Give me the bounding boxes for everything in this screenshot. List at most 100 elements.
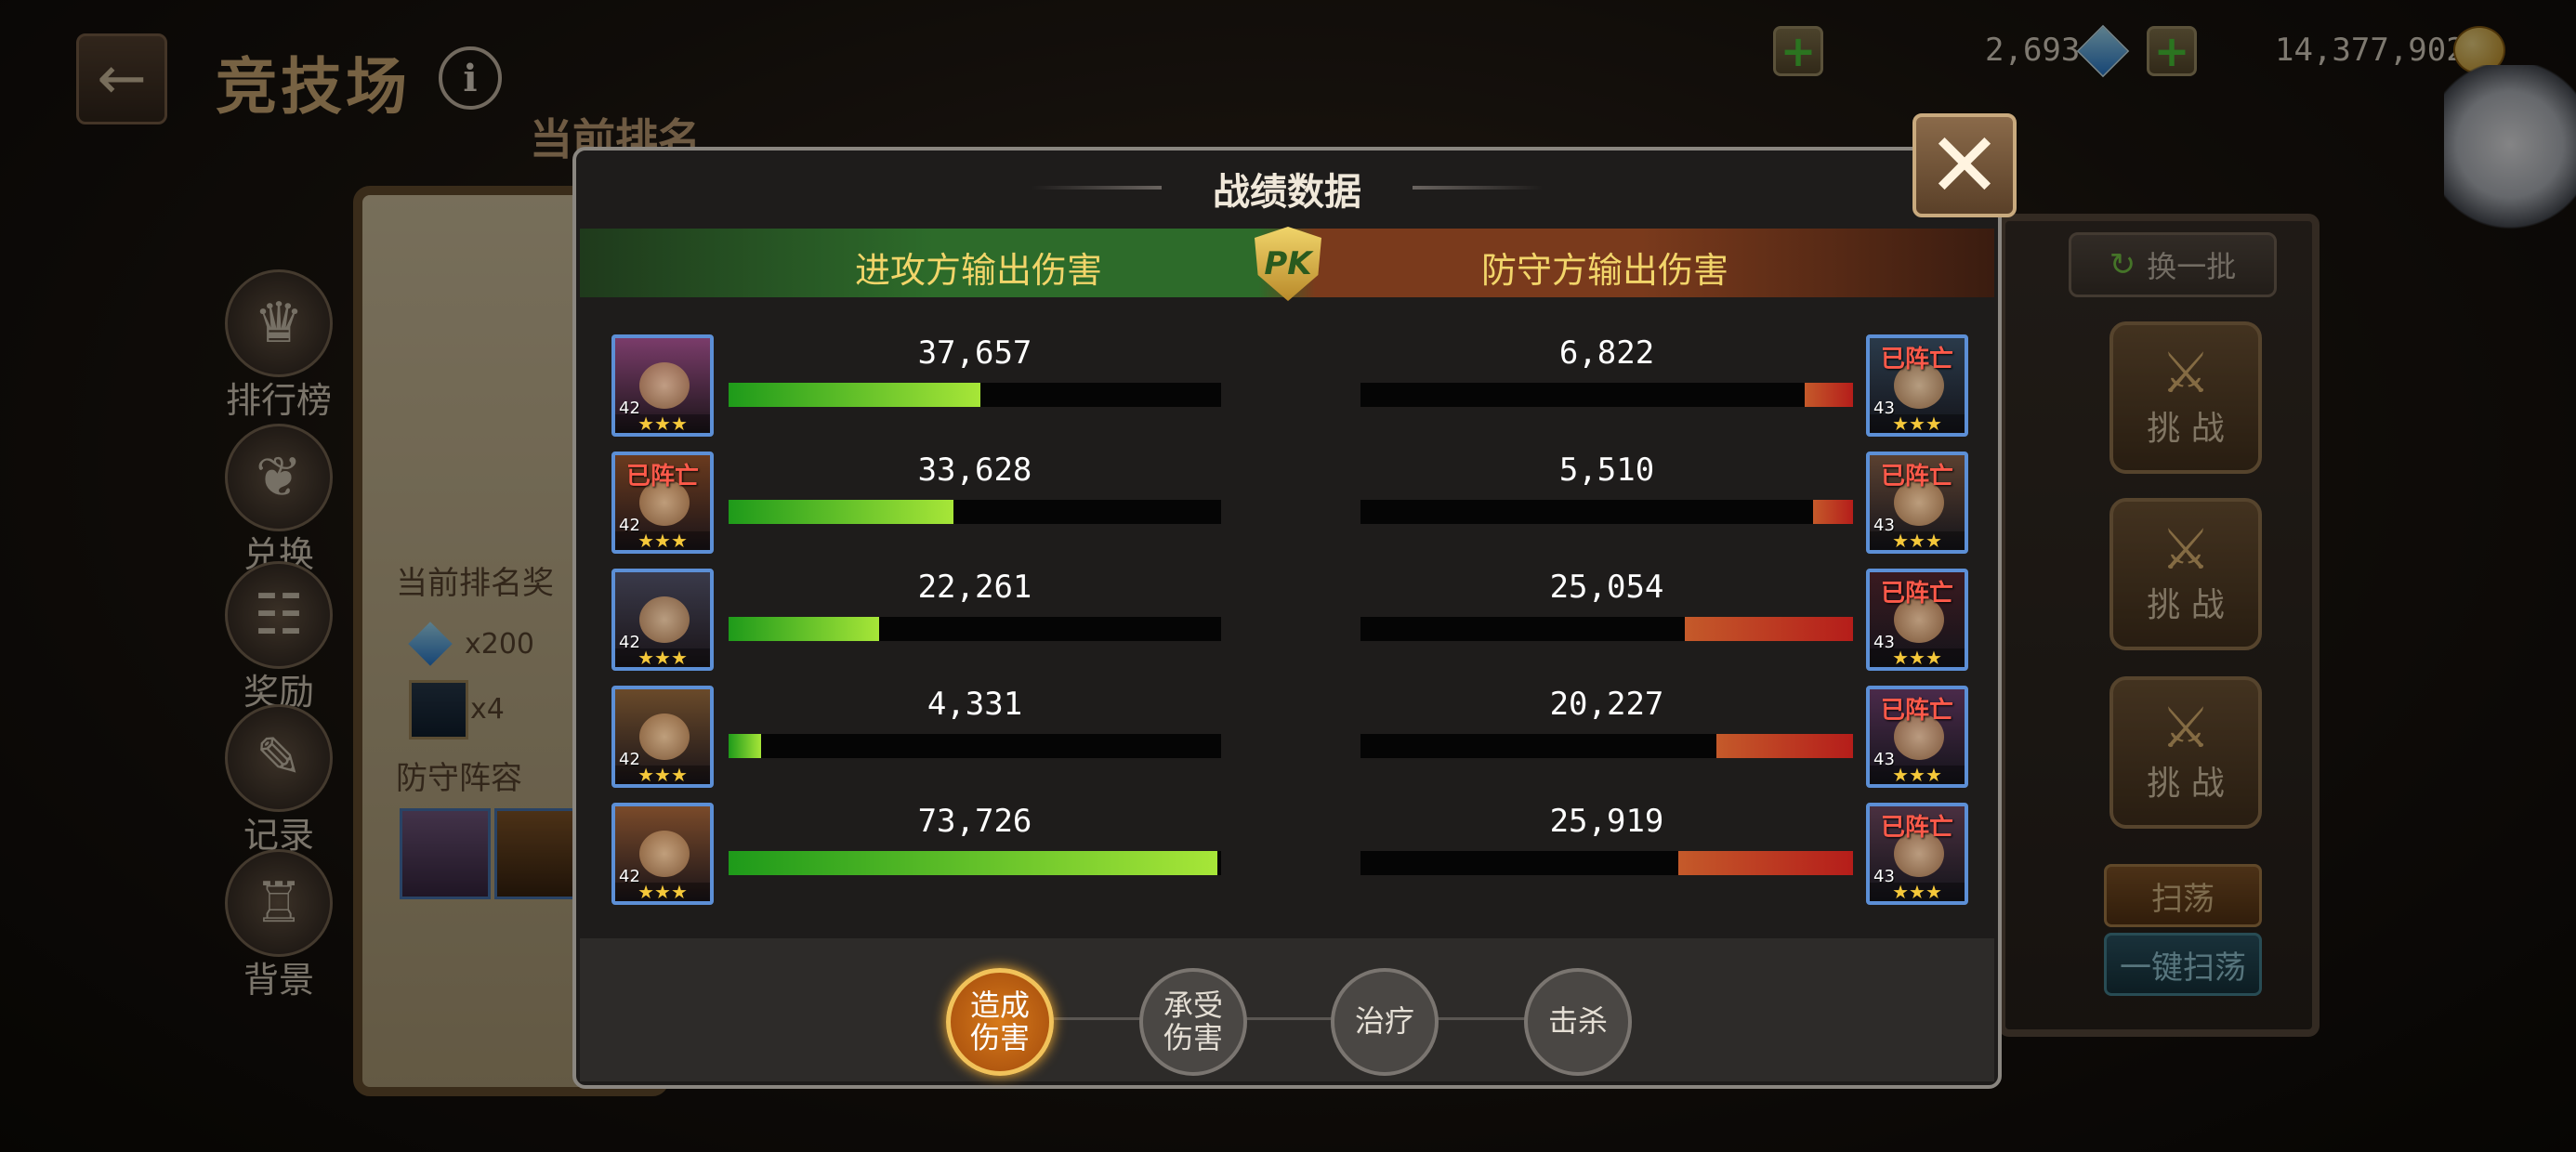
hero-stars: ★★★ [615,648,710,667]
info-icon[interactable]: i [439,46,502,110]
attacker-hero-portrait[interactable]: 42 ★★★ [611,334,714,437]
attacker-damage-value: 4,331 [927,686,1023,723]
attacker-damage-value: 73,726 [917,803,1032,840]
crossed-swords-icon: ⚔ [2161,696,2211,761]
tab-damage-dealt[interactable]: 造成 伤害 [946,968,1054,1076]
lineup-hero-portrait[interactable] [400,808,491,899]
dead-label: 已阵亡 [1880,346,1953,373]
attacker-hero-portrait[interactable]: 42 ★★★ [611,686,714,788]
swap-opponents-button[interactable]: ↻ 换一批 [2069,232,2277,297]
pk-label: PK [1264,245,1312,282]
defender-damage-value: 5,510 [1558,452,1655,489]
attacker-hero-portrait[interactable]: 42 ★★★ [611,569,714,671]
reward-icon: ☷ [225,561,333,669]
challenge-button[interactable]: ⚔ 挑 战 [2109,676,2262,829]
close-icon: ✕ [1926,113,2003,217]
side-menu-background[interactable]: ♖ 背景 [221,849,336,1002]
defender-damage-bar-track [1360,734,1853,758]
dead-label: 已阵亡 [625,463,699,491]
defender-hero-portrait[interactable]: 已阵亡 43 ★★★ [1866,569,1968,671]
back-button[interactable]: ← [76,33,167,124]
hero-face [639,831,690,877]
ranking-icon: ♛ [225,269,333,377]
attacker-damage-bar [729,500,953,524]
defender-damage-bar [1678,851,1853,875]
page-title: 竞技场 [216,50,411,123]
dead-label: 已阵亡 [1880,580,1953,608]
one-click-sweep-button[interactable]: 一键扫荡 [2104,933,2262,996]
defender-hero-portrait[interactable]: 已阵亡 43 ★★★ [1866,803,1968,905]
record-icon: ✎ [225,704,333,812]
defense-lineup-label: 防守阵容 [396,760,522,797]
hero-face [639,713,690,760]
side-menu-label: 排行榜 [225,380,332,421]
defender-hero-portrait[interactable]: 已阵亡 43 ★★★ [1866,334,1968,437]
add-gold-button[interactable]: + [2147,26,2197,76]
background-icon: ♖ [225,849,333,957]
defender-damage-bar-track [1360,617,1853,641]
defender-damage-value: 20,227 [1549,686,1664,723]
challenge-button[interactable]: ⚔ 挑 战 [2109,498,2262,650]
item-reward-count: x4 [470,693,505,726]
side-menu-ranking[interactable]: ♛ 排行榜 [221,269,336,423]
tab-healing[interactable]: 治疗 [1331,968,1439,1076]
attacker-damage-bar-track [729,734,1221,758]
attacker-damage-bar [729,383,980,407]
add-diamond-button[interactable]: + [1773,26,1823,76]
defender-damage-bar-track [1360,500,1853,524]
stats-row: 42 ★★★ 37,657 6,822 已阵亡 43 ★★★ [576,334,1998,444]
side-menu-label: 背景 [243,960,314,1001]
cat-mascot-icon[interactable] [2444,65,2576,242]
crossed-swords-icon: ⚔ [2161,341,2211,406]
dead-label: 已阵亡 [1880,463,1953,491]
sweep-button[interactable]: 扫荡 [2104,864,2262,927]
defender-hero-portrait[interactable]: 已阵亡 43 ★★★ [1866,686,1968,788]
defender-damage-value: 25,054 [1549,569,1664,606]
side-menu-reward[interactable]: ☷ 奖励 [221,561,336,714]
stats-row: 42 ★★★ 73,726 25,919 已阵亡 43 ★★★ [576,803,1998,912]
attacker-hero-portrait[interactable]: 已阵亡 42 ★★★ [611,452,714,554]
reward-label: 当前排名奖 [396,565,554,602]
crossed-swords-icon: ⚔ [2161,517,2211,583]
attacker-damage-bar-track [729,500,1221,524]
refresh-icon: ↻ [2109,246,2136,283]
side-menu-exchange[interactable]: ❦ 兑换 [221,424,336,577]
battle-stats-modal: 战绩数据 进攻方输出伤害 防守方输出伤害 PK 42 ★★★ 37,657 6,822… [572,147,2002,1089]
challenge-label: 挑 战 [2147,586,2225,624]
defender-damage-value: 6,822 [1558,334,1655,372]
stats-row: 42 ★★★ 4,331 20,227 已阵亡 43 ★★★ [576,686,1998,795]
diamond-icon [2076,24,2130,78]
attacker-hero-portrait[interactable]: 42 ★★★ [611,803,714,905]
tab-connector-line [1004,1017,1561,1020]
modal-title: 战绩数据 [1213,170,1361,214]
item-reward-icon [409,680,468,740]
hero-face [639,596,690,643]
tab-footer [580,938,1994,1081]
attacker-damage-bar-track [729,617,1221,641]
defend-damage-header: 防守方输出伤害 [1481,250,1729,291]
attacker-damage-bar [729,851,1217,875]
close-button[interactable]: ✕ [1912,113,2017,217]
hero-stars: ★★★ [1870,531,1965,550]
dead-label: 已阵亡 [1880,814,1953,842]
hero-stars: ★★★ [1870,414,1965,433]
side-menu-record[interactable]: ✎ 记录 [221,704,336,857]
attacker-damage-bar-track [729,851,1221,875]
attacker-damage-value: 22,261 [917,569,1032,606]
defender-damage-bar-track [1360,851,1853,875]
defender-hero-portrait[interactable]: 已阵亡 43 ★★★ [1866,452,1968,554]
tab-kills[interactable]: 击杀 [1524,968,1632,1076]
hero-stars: ★★★ [615,531,710,550]
defender-damage-bar [1685,617,1853,641]
challenge-button[interactable]: ⚔ 挑 战 [2109,321,2262,474]
hero-stars: ★★★ [615,883,710,901]
exchange-icon: ❦ [225,424,333,531]
diamond-reward-count: x200 [465,628,535,661]
hero-stars: ★★★ [1870,883,1965,901]
gold-count: 14,377,902 [2275,32,2465,69]
swap-label: 换一批 [2147,249,2237,284]
tab-damage-taken[interactable]: 承受 伤害 [1139,968,1247,1076]
defender-damage-value: 25,919 [1549,803,1664,840]
attacker-damage-value: 33,628 [917,452,1032,489]
hero-stars: ★★★ [1870,648,1965,667]
